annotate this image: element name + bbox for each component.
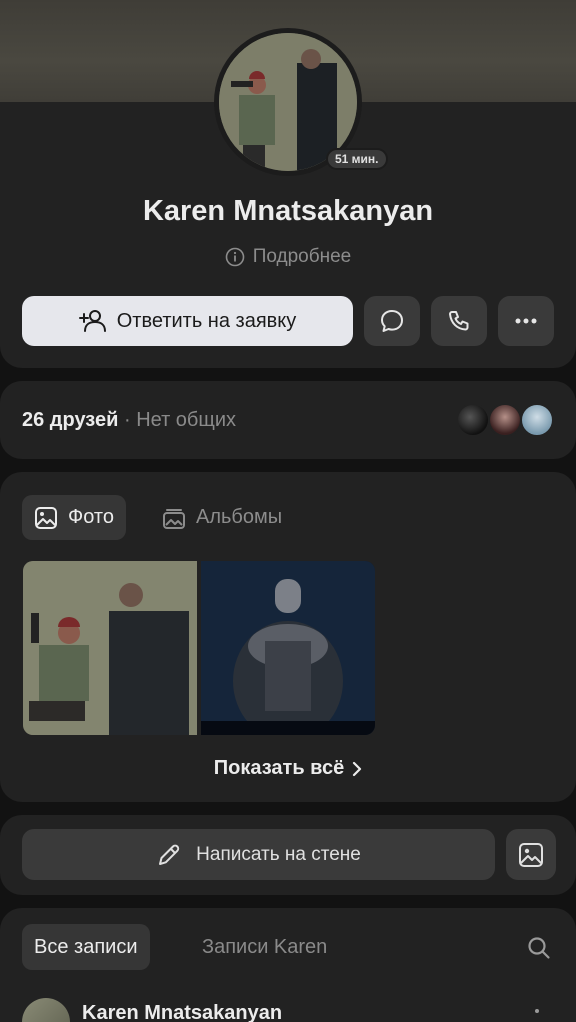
write-on-wall-button[interactable]: Написать на стене bbox=[22, 829, 495, 880]
friend-avatar bbox=[456, 403, 490, 437]
chevron-right-icon bbox=[352, 761, 362, 777]
respond-request-label: Ответить на заявку bbox=[116, 309, 297, 332]
more-info-label: Подробнее bbox=[252, 246, 352, 267]
post-author-name[interactable]: Karen Mnatsakanyan bbox=[82, 1002, 282, 1022]
photo-icon bbox=[34, 506, 58, 530]
photo-thumbnail[interactable] bbox=[201, 561, 375, 735]
show-all-label: Показать всё bbox=[213, 757, 345, 779]
add-friend-icon bbox=[78, 309, 107, 333]
tab-photos[interactable]: Фото bbox=[22, 495, 126, 540]
posts-card: Все записи Записи Karen Karen Mnatsakany… bbox=[0, 908, 576, 1022]
more-info-link[interactable]: Подробнее bbox=[0, 246, 576, 268]
friends-card[interactable]: 26 друзей · Нет общих bbox=[0, 381, 576, 459]
wall-card: Написать на стене bbox=[0, 815, 576, 895]
image-icon bbox=[518, 842, 544, 868]
friend-avatar bbox=[488, 403, 522, 437]
tab-photos-label: Фото bbox=[68, 506, 114, 528]
post-menu-icon[interactable] bbox=[534, 1008, 544, 1022]
friends-count: 26 друзей bbox=[22, 409, 119, 431]
post-author-avatar[interactable] bbox=[22, 998, 70, 1022]
photos-card: Фото Альбомы Показать всё bbox=[0, 472, 576, 802]
friends-separator: · bbox=[118, 409, 137, 431]
pencil-icon bbox=[156, 842, 182, 868]
search-posts-button[interactable] bbox=[526, 935, 552, 961]
call-button[interactable] bbox=[431, 296, 487, 346]
info-icon bbox=[225, 247, 245, 267]
phone-icon bbox=[447, 309, 471, 333]
tab-all-posts[interactable]: Все записи bbox=[22, 924, 150, 970]
profile-name: Karen Mnatsakanyan bbox=[142, 195, 434, 227]
tab-albums[interactable]: Альбомы bbox=[150, 495, 294, 540]
write-on-wall-label: Написать на стене bbox=[196, 843, 361, 865]
photo-thumbnail[interactable] bbox=[23, 561, 197, 735]
more-icon bbox=[515, 318, 537, 324]
friend-avatar bbox=[520, 403, 554, 437]
respond-request-button[interactable]: Ответить на заявку bbox=[22, 296, 353, 346]
tab-owner-posts[interactable]: Записи Karen bbox=[190, 924, 339, 970]
tab-albums-label: Альбомы bbox=[196, 506, 283, 528]
mutual-friends: Нет общих bbox=[136, 409, 237, 431]
albums-icon bbox=[162, 506, 186, 530]
message-button[interactable] bbox=[364, 296, 420, 346]
more-button[interactable] bbox=[498, 296, 554, 346]
show-all-photos-link[interactable]: Показать всё bbox=[0, 757, 576, 780]
search-icon bbox=[526, 935, 552, 961]
last-seen-badge: 51 мин. bbox=[326, 148, 388, 170]
add-photo-button[interactable] bbox=[506, 829, 556, 880]
message-icon bbox=[379, 308, 405, 334]
friends-summary: 26 друзей · Нет общих bbox=[22, 409, 236, 432]
